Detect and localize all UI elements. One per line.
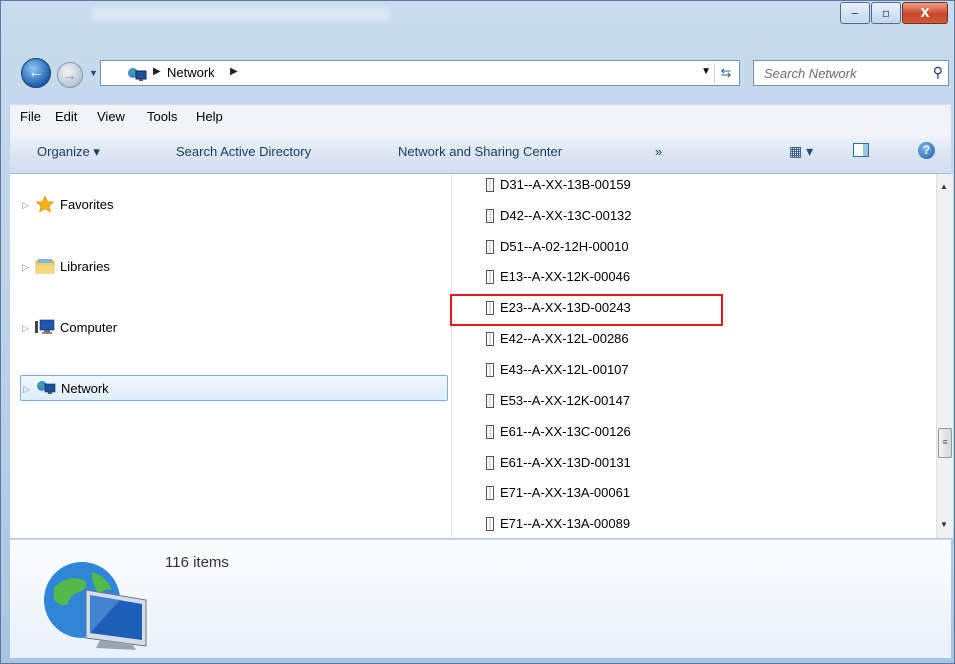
views-grid-icon: ▦ xyxy=(789,143,803,159)
search-icon[interactable]: ⚲ xyxy=(933,64,943,81)
back-arrow-icon: ← xyxy=(28,64,44,81)
command-bar: Organize ▾ Search Active Directory Netwo… xyxy=(10,131,951,174)
expand-arrow-icon[interactable]: ▷ xyxy=(22,200,29,211)
file-name: E13--A-XX-12K-00046 xyxy=(500,269,631,284)
computer-tower-icon xyxy=(486,456,494,470)
breadcrumb-separator-icon[interactable]: ▶ xyxy=(153,66,161,77)
menu-help[interactable]: Help xyxy=(196,109,223,124)
menu-file[interactable]: File xyxy=(20,109,41,124)
file-list: D31--A-XX-13B-00159 D42--A-XX-13C-00132 … xyxy=(452,174,936,538)
title-blur xyxy=(91,7,391,21)
computer-tower-icon xyxy=(486,209,494,223)
close-button[interactable]: X xyxy=(902,2,948,24)
back-button[interactable]: ← xyxy=(21,58,51,88)
nav-item-computer[interactable]: ▷ Computer xyxy=(20,315,448,341)
details-pane: 116 items xyxy=(10,539,951,658)
nav-label: Favorites xyxy=(60,197,114,212)
menu-edit[interactable]: Edit xyxy=(55,109,77,124)
file-name: D31--A-XX-13B-00159 xyxy=(500,177,631,192)
item-count: 116 items xyxy=(165,554,229,571)
expand-arrow-icon[interactable]: ▷ xyxy=(22,323,29,334)
organize-button[interactable]: Organize ▾ xyxy=(37,144,100,160)
scroll-up-icon[interactable]: ▲ xyxy=(940,182,948,191)
file-name: E53--A-XX-12K-00147 xyxy=(500,393,631,408)
title-bar[interactable]: ‒ ▫ X xyxy=(1,1,954,45)
nav-label: Network xyxy=(61,381,109,396)
refresh-button[interactable]: ⇆ xyxy=(714,63,737,83)
change-view-button[interactable]: ▦ ▾ xyxy=(789,143,813,160)
network-sharing-center-button[interactable]: Network and Sharing Center xyxy=(398,144,562,159)
file-name: D51--A-02-12H-00010 xyxy=(500,239,629,254)
address-row: ← → ▼ ▶ Network ▶ ▼ ⇆ ⚲ xyxy=(1,53,954,93)
more-commands-button[interactable]: » xyxy=(655,144,662,159)
recent-pages-dropdown[interactable]: ▼ xyxy=(89,68,98,78)
computer-icon xyxy=(35,319,55,334)
scroll-thumb[interactable]: ≡ xyxy=(938,428,952,458)
computer-tower-icon xyxy=(486,486,494,500)
breadcrumb-separator-icon[interactable]: ▶ xyxy=(230,66,238,77)
computer-tower-icon xyxy=(486,240,494,254)
computer-tower-icon xyxy=(486,270,494,284)
file-name: E42--A-XX-12L-00286 xyxy=(500,331,629,346)
star-icon xyxy=(35,196,55,212)
file-name: E61--A-XX-13C-00126 xyxy=(500,424,631,439)
search-active-directory-button[interactable]: Search Active Directory xyxy=(176,144,311,159)
search-input[interactable] xyxy=(762,65,926,82)
library-icon xyxy=(35,259,55,274)
computer-tower-icon xyxy=(486,394,494,408)
menu-view[interactable]: View xyxy=(97,109,125,124)
nav-label: Libraries xyxy=(60,259,110,274)
menu-bar: File Edit View Tools Help xyxy=(10,104,951,131)
file-name: D42--A-XX-13C-00132 xyxy=(500,208,632,223)
file-name: E43--A-XX-12L-00107 xyxy=(500,362,629,377)
vertical-scrollbar[interactable]: ▲ ≡ ▼ xyxy=(936,174,953,538)
nav-item-network[interactable]: ▷ Network xyxy=(20,375,448,401)
computer-tower-icon xyxy=(486,332,494,346)
preview-pane-icon[interactable] xyxy=(853,143,869,157)
file-name: E71--A-XX-13A-00061 xyxy=(500,485,631,500)
nav-item-favorites[interactable]: ▷ Favorites xyxy=(20,192,448,218)
network-globe-icon xyxy=(44,562,147,650)
search-box[interactable]: ⚲ xyxy=(753,60,949,86)
file-name: E61--A-XX-13D-00131 xyxy=(500,455,631,470)
address-dropdown-icon[interactable]: ▼ xyxy=(701,66,711,77)
address-bar[interactable]: ▶ Network ▶ ▼ ⇆ xyxy=(100,60,740,86)
network-icon xyxy=(128,68,147,81)
nav-item-libraries[interactable]: ▷ Libraries xyxy=(20,254,448,280)
network-icon xyxy=(37,381,56,394)
file-name: E71--A-XX-13A-00089 xyxy=(500,516,631,531)
forward-arrow-icon: → xyxy=(63,67,77,83)
minimize-button[interactable]: ‒ xyxy=(840,2,870,24)
help-icon[interactable]: ? xyxy=(918,142,935,159)
scroll-down-icon[interactable]: ▼ xyxy=(940,520,948,529)
computer-tower-icon xyxy=(486,425,494,439)
navigation-pane: ▷ Favorites ▷ Libraries ▷ Computer ▷ Net… xyxy=(10,174,452,538)
highlight-box xyxy=(450,294,723,326)
forward-button[interactable]: → xyxy=(57,62,83,88)
computer-tower-icon xyxy=(486,178,494,192)
nav-label: Computer xyxy=(60,320,118,335)
maximize-button[interactable]: ▫ xyxy=(871,2,901,24)
computer-tower-icon xyxy=(486,517,494,531)
explorer-window: ‒ ▫ X ← → ▼ ▶ Network ▶ ▼ ⇆ ⚲ File Edit … xyxy=(0,0,955,664)
window-controls: ‒ ▫ X xyxy=(839,2,948,24)
expand-arrow-icon[interactable]: ▷ xyxy=(23,384,30,395)
breadcrumb-network[interactable]: Network xyxy=(167,65,215,80)
menu-tools[interactable]: Tools xyxy=(147,109,177,124)
expand-arrow-icon[interactable]: ▷ xyxy=(22,262,29,273)
computer-tower-icon xyxy=(486,363,494,377)
